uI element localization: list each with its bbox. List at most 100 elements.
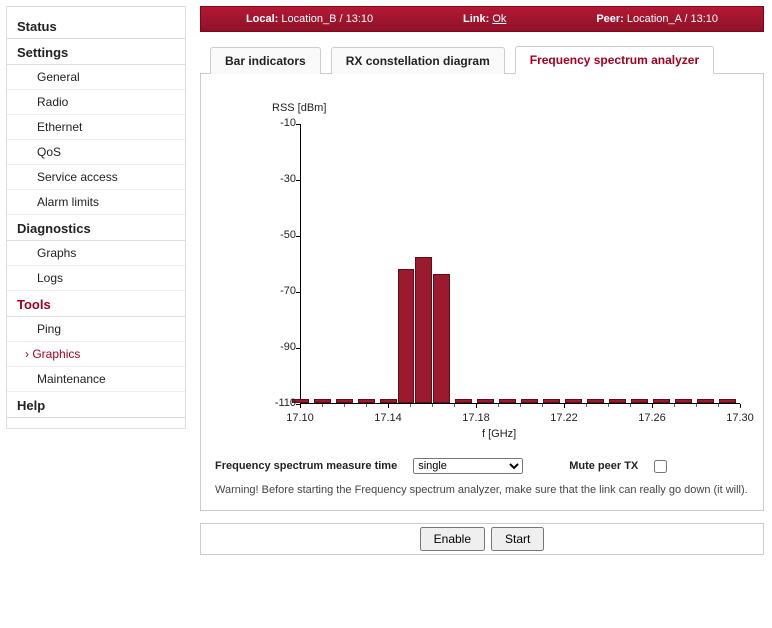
spectrum-bar	[565, 399, 582, 403]
start-button[interactable]: Start	[491, 527, 544, 551]
spectrum-bar	[543, 399, 560, 403]
status-link-value[interactable]: Ok	[492, 13, 506, 25]
x-minor-tick	[520, 404, 521, 407]
nav-settings-service-access[interactable]: Service access	[7, 165, 185, 190]
x-tick-mark	[300, 404, 301, 408]
nav-settings-general[interactable]: General	[7, 65, 185, 90]
spectrum-bar	[587, 399, 604, 403]
status-peer-value: Location_A / 13:10	[627, 13, 718, 25]
spectrum-bar	[398, 269, 415, 403]
x-tick-mark	[476, 404, 477, 408]
x-tick-mark	[652, 404, 653, 408]
status-peer: Peer: Location_A / 13:10	[596, 13, 718, 25]
spectrum-bar	[380, 399, 397, 403]
tab-rx-constellation[interactable]: RX constellation diagram	[331, 47, 505, 74]
x-tick-mark	[388, 404, 389, 408]
measure-time-select[interactable]: single	[413, 458, 523, 474]
status-link: Link: Ok	[463, 13, 506, 25]
nav-diagnostics[interactable]: Diagnostics	[7, 215, 185, 241]
spectrum-panel: RSS [dBm] f [GHz] -10-30-50-70-90-11017.…	[200, 74, 764, 511]
y-tick-mark	[296, 180, 300, 181]
spectrum-bar	[675, 399, 692, 403]
x-minor-tick	[718, 404, 719, 407]
tab-bar-indicators[interactable]: Bar indicators	[210, 47, 321, 74]
status-local: Local: Location_B / 13:10	[246, 13, 373, 25]
spectrum-bar	[433, 274, 450, 403]
x-minor-tick	[454, 404, 455, 407]
status-local-label: Local:	[246, 13, 278, 25]
x-axis-title: f [GHz]	[482, 428, 516, 440]
nav-settings-qos[interactable]: QoS	[7, 140, 185, 165]
x-tick-mark	[740, 404, 741, 408]
nav-tools-ping[interactable]: Ping	[7, 317, 185, 342]
mute-peer-checkbox[interactable]	[654, 460, 667, 473]
x-tick-label: 17.10	[280, 412, 320, 424]
x-minor-tick	[542, 404, 543, 407]
x-minor-tick	[696, 404, 697, 407]
y-tick-label: -110	[262, 397, 296, 409]
x-minor-tick	[674, 404, 675, 407]
nav-tools[interactable]: Tools	[7, 291, 185, 317]
spectrum-warning: Warning! Before starting the Frequency s…	[215, 484, 749, 496]
status-local-value: Location_B / 13:10	[281, 13, 373, 25]
y-tick-mark	[296, 292, 300, 293]
x-minor-tick	[344, 404, 345, 407]
x-tick-label: 17.22	[544, 412, 584, 424]
chart-plot-area	[300, 124, 740, 404]
spectrum-bar	[499, 399, 516, 403]
spectrum-bar	[415, 257, 432, 403]
nav-settings[interactable]: Settings	[7, 39, 185, 65]
y-tick-label: -70	[262, 285, 296, 297]
x-tick-label: 17.14	[368, 412, 408, 424]
y-axis-title: RSS [dBm]	[272, 102, 326, 114]
nav-status[interactable]: Status	[7, 13, 185, 39]
nav-help[interactable]: Help	[7, 392, 185, 418]
nav-diag-logs[interactable]: Logs	[7, 266, 185, 291]
spectrum-bar	[631, 399, 648, 403]
spectrum-bar	[314, 399, 331, 403]
nav-diag-graphs[interactable]: Graphs	[7, 241, 185, 266]
spectrum-bar	[653, 399, 670, 403]
nav-settings-ethernet[interactable]: Ethernet	[7, 115, 185, 140]
enable-button[interactable]: Enable	[420, 527, 485, 551]
nav-settings-alarm-limits[interactable]: Alarm limits	[7, 190, 185, 215]
sidebar-nav: Status Settings General Radio Ethernet Q…	[6, 6, 186, 429]
y-tick-mark	[296, 236, 300, 237]
measure-time-label: Frequency spectrum measure time	[215, 460, 397, 472]
mute-peer-label: Mute peer TX	[569, 460, 638, 472]
nav-tools-graphics[interactable]: Graphics	[7, 342, 185, 367]
spectrum-bar	[609, 399, 626, 403]
x-tick-label: 17.18	[456, 412, 496, 424]
nav-settings-radio[interactable]: Radio	[7, 90, 185, 115]
x-minor-tick	[498, 404, 499, 407]
y-tick-mark	[296, 124, 300, 125]
spectrum-chart: RSS [dBm] f [GHz] -10-30-50-70-90-11017.…	[222, 84, 742, 444]
y-tick-label: -50	[262, 229, 296, 241]
spectrum-bar	[477, 399, 494, 403]
status-peer-label: Peer:	[596, 13, 624, 25]
x-minor-tick	[366, 404, 367, 407]
spectrum-bar	[719, 399, 736, 403]
x-minor-tick	[432, 404, 433, 407]
nav-tools-maintenance[interactable]: Maintenance	[7, 367, 185, 392]
x-tick-label: 17.30	[720, 412, 760, 424]
tab-spectrum-analyzer[interactable]: Frequency spectrum analyzer	[515, 46, 714, 74]
spectrum-bar	[521, 399, 538, 403]
x-tick-mark	[564, 404, 565, 408]
status-link-label: Link:	[463, 13, 489, 25]
y-tick-label: -90	[262, 341, 296, 353]
spectrum-bar	[697, 399, 714, 403]
x-minor-tick	[586, 404, 587, 407]
x-minor-tick	[608, 404, 609, 407]
x-minor-tick	[630, 404, 631, 407]
x-minor-tick	[410, 404, 411, 407]
x-tick-label: 17.26	[632, 412, 672, 424]
spectrum-controls: Frequency spectrum measure time single M…	[215, 458, 749, 474]
y-tick-mark	[296, 348, 300, 349]
spectrum-bar	[358, 399, 375, 403]
action-bar: Enable Start	[200, 523, 764, 555]
x-minor-tick	[322, 404, 323, 407]
spectrum-bar	[336, 399, 353, 403]
link-status-bar: Local: Location_B / 13:10 Link: Ok Peer:…	[200, 6, 764, 32]
spectrum-bar	[455, 399, 472, 403]
